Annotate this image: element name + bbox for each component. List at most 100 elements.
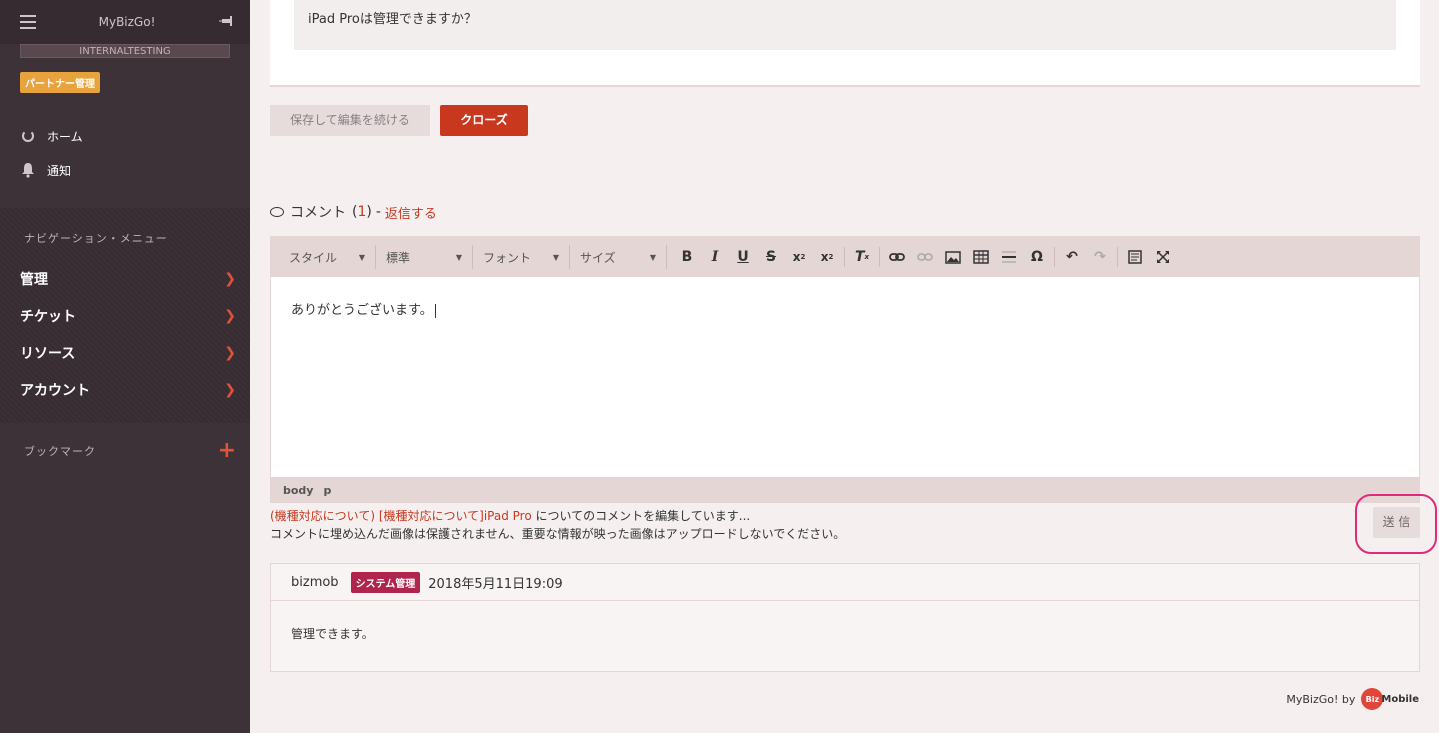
add-bookmark-icon[interactable]: +	[218, 440, 236, 462]
undo-icon[interactable]: ↶	[1058, 245, 1086, 269]
caret-down-icon: ▼	[552, 252, 559, 262]
underline-icon[interactable]: U	[729, 245, 757, 269]
comments-separator: -	[375, 204, 381, 220]
redo-icon[interactable]: ↷	[1086, 245, 1114, 269]
toolbar-separator	[1054, 247, 1055, 267]
comment-card: bizmob システム管理 2018年5月11日19:09 管理できます。	[270, 563, 1420, 672]
image-icon[interactable]	[939, 245, 967, 269]
element-path-bar: body p	[271, 477, 1419, 503]
sidebar-header: MyBizGo!	[0, 0, 250, 44]
app-title: MyBizGo!	[98, 15, 156, 29]
sidebar-item-tickets[interactable]: チケット ❯	[0, 297, 250, 334]
sidebar-item-label: リソース	[20, 345, 76, 362]
ticket-reference-link[interactable]: (機種対応について) [機種対応について]iPad Pro	[270, 509, 532, 523]
comments-count: 1	[357, 204, 367, 220]
sidebar-item-resources[interactable]: リソース ❯	[0, 334, 250, 371]
path-item[interactable]: p	[323, 484, 331, 497]
sidebar-item-label: ホーム	[47, 129, 83, 144]
format-select-label: 標準	[386, 250, 411, 265]
path-item[interactable]: body	[283, 484, 313, 497]
question-text: iPad Proは管理できますか？	[294, 0, 1396, 50]
editing-note: (機種対応について) [機種対応について]iPad Pro についてのコメントを…	[270, 507, 845, 543]
logo-mark: Biz	[1361, 688, 1384, 710]
size-select[interactable]: サイズ ▼	[570, 245, 667, 269]
source-icon[interactable]	[1121, 245, 1149, 269]
sidebar-item-home[interactable]: ホーム	[0, 119, 250, 153]
nav-heading: ナビゲーション・メニュー	[24, 232, 168, 245]
editor-toolbar: スタイル ▼ 標準 ▼ フォント ▼ サイズ ▼ B I U S x2 x2 Tx	[271, 237, 1419, 277]
toolbar-separator	[879, 247, 880, 267]
environment-label: INTERNALTESTING	[20, 44, 230, 58]
subscript-icon[interactable]: x2	[785, 245, 813, 269]
sidebar: MyBizGo! INTERNALTESTING パートナー管理 ホーム 通知 …	[0, 0, 250, 733]
save-continue-button[interactable]: 保存して編集を続ける	[270, 105, 430, 136]
hamburger-menu-icon[interactable]	[20, 15, 36, 29]
pin-icon[interactable]	[218, 13, 236, 31]
font-select[interactable]: フォント ▼	[473, 245, 570, 269]
size-select-label: サイズ	[580, 250, 616, 265]
italic-icon[interactable]: I	[701, 245, 729, 269]
caret-down-icon: ▼	[358, 252, 365, 262]
link-icon[interactable]	[883, 245, 911, 269]
special-character-icon[interactable]: Ω	[1023, 245, 1051, 269]
bookmarks-label: ブックマーク	[24, 445, 96, 458]
sidebar-item-management[interactable]: 管理 ❯	[0, 260, 250, 297]
quick-links: ホーム 通知	[0, 119, 250, 187]
style-select[interactable]: スタイル ▼	[279, 245, 376, 269]
table-icon[interactable]	[967, 245, 995, 269]
sidebar-item-notifications[interactable]: 通知	[0, 153, 250, 187]
sidebar-item-label: 管理	[20, 271, 48, 288]
footer-text: MyBizGo! by	[1286, 692, 1356, 706]
remove-format-icon[interactable]: Tx	[848, 245, 876, 269]
logo-text: Mobile	[1381, 693, 1419, 705]
close-button[interactable]: クローズ	[440, 105, 528, 136]
comment-editor: スタイル ▼ 標準 ▼ フォント ▼ サイズ ▼ B I U S x2 x2 Tx	[270, 236, 1420, 503]
comment-header: bizmob システム管理 2018年5月11日19:09	[271, 564, 1419, 601]
sidebar-item-label: チケット	[20, 308, 76, 325]
caret-down-icon: ▼	[649, 252, 656, 262]
comment-timestamp: 2018年5月11日19:09	[428, 576, 563, 592]
chevron-right-icon: ❯	[224, 307, 236, 324]
chevron-right-icon: ❯	[224, 381, 236, 398]
chevron-right-icon: ❯	[224, 344, 236, 361]
role-badge: パートナー管理	[20, 72, 100, 93]
editing-text: についてのコメントを編集しています...	[531, 509, 751, 523]
bizmobile-logo: Biz Mobile	[1361, 688, 1419, 710]
sidebar-item-label: アカウント	[20, 382, 90, 399]
editor-content: ありがとうございます。	[291, 303, 433, 318]
comment-role-badge: システム管理	[350, 571, 421, 593]
toolbar-separator	[1117, 247, 1118, 267]
font-select-label: フォント	[483, 250, 532, 265]
reply-link[interactable]: 返信する	[385, 203, 437, 222]
question-card: iPad Proは管理できますか？	[270, 0, 1420, 87]
sidebar-item-account[interactable]: アカウント ❯	[0, 371, 250, 408]
caret-down-icon: ▼	[455, 252, 462, 262]
bold-icon[interactable]: B	[673, 245, 701, 269]
bell-icon	[20, 162, 36, 178]
comment-author: bizmob	[291, 574, 339, 590]
image-warning: コメントに埋め込んだ画像は保護されません、重要な情報が映った画像はアップロードし…	[270, 527, 846, 541]
horizontal-rule-icon[interactable]	[995, 245, 1023, 269]
comment-bubble-icon	[270, 207, 284, 217]
text-cursor	[434, 303, 436, 318]
home-ring-icon	[20, 128, 36, 144]
unlink-icon[interactable]	[911, 245, 939, 269]
navigation-menu: ナビゲーション・メニュー 管理 ❯ チケット ❯ リソース ❯ アカウント ❯	[0, 208, 250, 423]
sidebar-item-label: 通知	[47, 163, 72, 178]
toolbar-separator	[844, 247, 845, 267]
main-content: iPad Proは管理できますか？ 保存して編集を続ける クローズ コメント (…	[250, 0, 1439, 733]
strikethrough-icon[interactable]: S	[757, 245, 785, 269]
comments-count-close: )	[366, 204, 372, 220]
superscript-icon[interactable]: x2	[813, 245, 841, 269]
footer: MyBizGo! by Biz Mobile	[1286, 688, 1419, 710]
editor-content-area[interactable]: ありがとうございます。	[271, 277, 1419, 477]
chevron-right-icon: ❯	[224, 270, 236, 287]
format-select[interactable]: 標準 ▼	[376, 245, 473, 269]
send-button[interactable]: 送 信	[1373, 507, 1420, 538]
comments-header: コメント (1) - 返信する	[270, 202, 437, 222]
comments-label: コメント	[290, 205, 346, 221]
bookmarks-section: ブックマーク +	[24, 440, 236, 462]
maximize-icon[interactable]	[1149, 245, 1177, 269]
comment-body: 管理できます。	[291, 627, 374, 641]
style-select-label: スタイル	[289, 250, 338, 265]
